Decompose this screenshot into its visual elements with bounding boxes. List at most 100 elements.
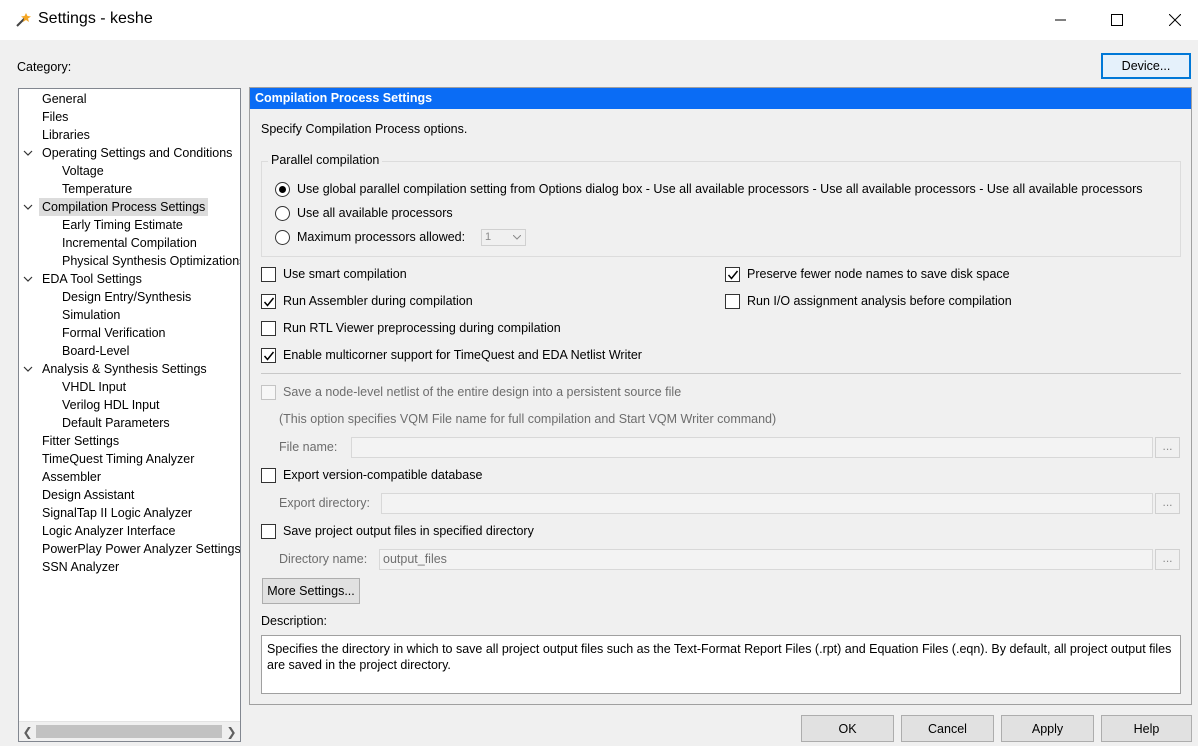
directory-name-input[interactable]: output_files — [379, 549, 1153, 570]
tree-item[interactable]: Simulation — [59, 306, 123, 324]
max-processors-select[interactable]: 1 — [481, 229, 526, 246]
tree-horizontal-scrollbar[interactable]: ❮ ❯ — [19, 721, 240, 741]
multicorner-label: Enable multicorner support for TimeQuest… — [283, 348, 642, 362]
parallel-group-title: Parallel compilation — [268, 153, 383, 167]
ok-button[interactable]: OK — [801, 715, 894, 742]
export-directory-browse-button[interactable]: ... — [1155, 493, 1180, 514]
tree-item[interactable]: SignalTap II Logic Analyzer — [39, 504, 195, 522]
separator — [261, 373, 1181, 374]
maximize-icon — [1111, 14, 1123, 26]
tree-item[interactable]: TimeQuest Timing Analyzer — [39, 450, 197, 468]
tree-item[interactable]: General — [39, 90, 89, 108]
parallel-compilation-group: Parallel compilation Use global parallel… — [261, 153, 1181, 257]
export-directory-input[interactable] — [381, 493, 1153, 514]
io-analysis-label: Run I/O assignment analysis before compi… — [747, 294, 1012, 308]
tree-item[interactable]: Default Parameters — [59, 414, 173, 432]
scroll-thumb[interactable] — [36, 725, 222, 738]
tree-item[interactable]: Board-Level — [59, 342, 132, 360]
max-processors-value: 1 — [485, 231, 492, 243]
check-smart-compilation[interactable] — [261, 267, 276, 282]
scroll-right-icon[interactable]: ❯ — [223, 722, 240, 741]
apply-button[interactable]: Apply — [1001, 715, 1094, 742]
run-assembler-label: Run Assembler during compilation — [283, 294, 473, 308]
export-directory-label: Export directory: — [279, 496, 371, 510]
radio-all-processors[interactable] — [275, 206, 290, 221]
tree-item[interactable]: PowerPlay Power Analyzer Settings — [39, 540, 240, 558]
wand-icon — [16, 13, 31, 27]
minimize-icon — [1055, 19, 1066, 21]
tree-item[interactable]: Analysis & Synthesis Settings — [39, 360, 210, 378]
checkmark-icon — [727, 270, 739, 280]
file-name-label: File name: — [279, 440, 338, 454]
minimize-button[interactable] — [1038, 0, 1084, 40]
tree-item[interactable]: EDA Tool Settings — [39, 270, 145, 288]
check-save-netlist[interactable] — [261, 385, 276, 400]
panel-header: Compilation Process Settings — [250, 88, 1191, 109]
tree-item[interactable]: SSN Analyzer — [39, 558, 122, 576]
smart-compilation-label: Use smart compilation — [283, 267, 407, 281]
tree-item[interactable]: VHDL Input — [59, 378, 129, 396]
settings-panel: Compilation Process Settings Specify Com… — [249, 87, 1192, 705]
panel-intro: Specify Compilation Process options. — [261, 122, 468, 136]
save-netlist-label: Save a node-level netlist of the entire … — [283, 385, 682, 399]
tree-item[interactable]: Temperature — [59, 180, 135, 198]
checkmark-icon — [263, 351, 275, 361]
check-rtl-viewer[interactable] — [261, 321, 276, 336]
tree-item[interactable]: Physical Synthesis Optimizations — [59, 252, 240, 270]
category-label: Category: — [17, 60, 72, 74]
radio-max-processors[interactable] — [275, 230, 290, 245]
preserve-node-names-label: Preserve fewer node names to save disk s… — [747, 267, 1010, 281]
chevron-down-icon[interactable] — [22, 363, 34, 375]
rtl-viewer-label: Run RTL Viewer preprocessing during comp… — [283, 321, 561, 335]
directory-name-browse-button[interactable]: ... — [1155, 549, 1180, 570]
tree-item[interactable]: Files — [39, 108, 71, 126]
file-name-input[interactable] — [351, 437, 1153, 458]
tree-item[interactable]: Verilog HDL Input — [59, 396, 163, 414]
tree-item[interactable]: Design Assistant — [39, 486, 137, 504]
radio-global-label: Use global parallel compilation setting … — [297, 182, 1143, 196]
category-tree[interactable]: General Files Libraries Operating Settings … — [18, 88, 241, 742]
check-run-assembler[interactable] — [261, 294, 276, 309]
directory-name-label: Directory name: — [279, 552, 368, 566]
chevron-down-icon[interactable] — [22, 147, 34, 159]
check-save-output[interactable] — [261, 524, 276, 539]
tree-item[interactable]: Libraries — [39, 126, 93, 144]
tree-item[interactable]: Compilation Process Settings — [39, 198, 209, 216]
chevron-down-icon — [513, 235, 521, 240]
title-bar: Settings - keshe — [0, 0, 1198, 40]
radio-all-label: Use all available processors — [297, 206, 453, 220]
scroll-left-icon[interactable]: ❮ — [19, 722, 36, 741]
check-multicorner[interactable] — [261, 348, 276, 363]
maximize-button[interactable] — [1094, 0, 1140, 40]
chevron-down-icon[interactable] — [22, 201, 34, 213]
cancel-button[interactable]: Cancel — [901, 715, 994, 742]
window-title: Settings - keshe — [38, 10, 153, 27]
export-database-label: Export version-compatible database — [283, 468, 483, 482]
chevron-down-icon[interactable] — [22, 273, 34, 285]
radio-global-parallel[interactable] — [275, 182, 290, 197]
tree-item[interactable]: Voltage — [59, 162, 107, 180]
tree-item[interactable]: Incremental Compilation — [59, 234, 200, 252]
description-box: Specifies the directory in which to save… — [261, 635, 1181, 694]
radio-max-label: Maximum processors allowed: — [297, 230, 466, 244]
checkmark-icon — [263, 297, 275, 307]
close-icon — [1169, 14, 1181, 26]
netlist-note: (This option specifies VQM File name for… — [279, 412, 777, 426]
tree-item[interactable]: Operating Settings and Conditions — [39, 144, 235, 162]
tree-item[interactable]: Logic Analyzer Interface — [39, 522, 178, 540]
save-output-label: Save project output files in specified d… — [283, 524, 534, 538]
check-preserve-node-names[interactable] — [725, 267, 740, 282]
more-settings-button[interactable]: More Settings... — [262, 578, 360, 604]
tree-item[interactable]: Fitter Settings — [39, 432, 122, 450]
tree-item[interactable]: Design Entry/Synthesis — [59, 288, 194, 306]
check-export-database[interactable] — [261, 468, 276, 483]
tree-item[interactable]: Early Timing Estimate — [59, 216, 186, 234]
check-io-analysis[interactable] — [725, 294, 740, 309]
tree-item[interactable]: Formal Verification — [59, 324, 169, 342]
device-button[interactable]: Device... — [1101, 53, 1191, 79]
file-name-browse-button[interactable]: ... — [1155, 437, 1180, 458]
tree-item[interactable]: Assembler — [39, 468, 104, 486]
help-button[interactable]: Help — [1101, 715, 1192, 742]
description-label: Description: — [261, 614, 327, 628]
close-button[interactable] — [1152, 0, 1198, 40]
